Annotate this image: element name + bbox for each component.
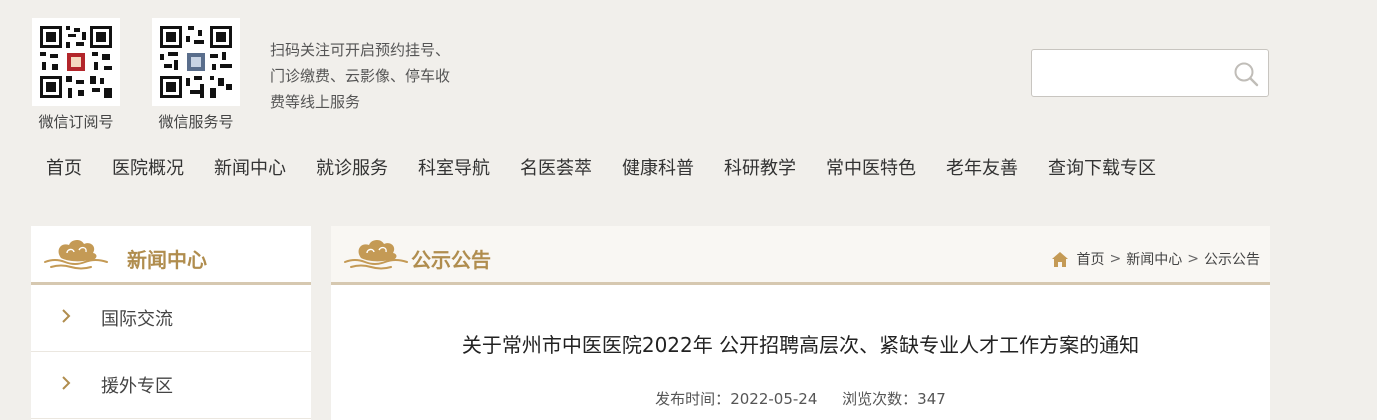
breadcrumb-announcements[interactable]: 公示公告 (1204, 249, 1260, 269)
breadcrumb: 首页 > 新闻中心 > 公示公告 (1051, 249, 1260, 269)
nav-item-elderly-friendly[interactable]: 老年友善 (931, 153, 1033, 185)
sidebar-item-international-exchange[interactable]: 国际交流 (31, 285, 311, 352)
chevron-right-icon (61, 307, 71, 325)
sidebar-item-label: 国际交流 (101, 309, 173, 330)
qr-description-line: 费等线上服务 (270, 93, 361, 111)
cloud-ornament-icon (41, 236, 111, 276)
nav-item-tcm-features[interactable]: 常中医特色 (811, 153, 931, 185)
nav-item-departments[interactable]: 科室导航 (403, 153, 505, 185)
views-info: 浏览次数：347 (842, 390, 946, 408)
breadcrumb-home[interactable]: 首页 (1077, 249, 1105, 269)
search-input[interactable] (1042, 50, 1236, 96)
sidebar: 新闻中心 国际交流 援外专区 (31, 226, 311, 420)
qr-description: 扫码关注可开启预约挂号、 门诊缴费、云影像、停车收 费等线上服务 (270, 37, 500, 115)
qr-caption: 微信订阅号 (38, 113, 114, 131)
search-icon[interactable] (1232, 60, 1260, 88)
breadcrumb-separator: > (1109, 251, 1122, 267)
nav-item-health-science[interactable]: 健康科普 (607, 153, 709, 185)
nav-item-doctors[interactable]: 名医荟萃 (505, 153, 607, 185)
qr-code-service (152, 18, 240, 106)
nav-item-home[interactable]: 首页 (31, 153, 97, 185)
nav-item-download-zone[interactable]: 查询下载专区 (1033, 153, 1171, 185)
publish-info: 发布时间：2022-05-24 (655, 390, 817, 408)
content-header: 公示公告 首页 > 新闻中心 > 公示公告 (331, 226, 1270, 285)
nav-item-research-teaching[interactable]: 科研教学 (709, 153, 811, 185)
qr-service: 微信服务号 (146, 18, 246, 132)
article-meta: 发布时间：2022-05-24 浏览次数：347 (331, 388, 1270, 409)
search-box (1031, 49, 1269, 97)
breadcrumb-news-center[interactable]: 新闻中心 (1126, 249, 1182, 269)
publish-date: 2022-05-24 (730, 390, 818, 408)
article-title: 关于常州市中医医院2022年 公开招聘高层次、紧缺专业人才工作方案的通知 (461, 333, 1140, 357)
qr-caption: 微信服务号 (158, 113, 234, 131)
nav-item-hospital-overview[interactable]: 医院概况 (97, 153, 199, 185)
qr-description-line: 扫码关注可开启预约挂号、 (270, 41, 451, 59)
qr-code-subscription (32, 18, 120, 106)
publish-label: 发布时间： (655, 390, 731, 408)
cloud-ornament-icon (341, 236, 411, 276)
sidebar-title: 新闻中心 (127, 248, 207, 272)
home-icon (1051, 251, 1069, 268)
nav-item-medical-services[interactable]: 就诊服务 (301, 153, 403, 185)
chevron-right-icon (61, 374, 71, 392)
views-label: 浏览次数： (842, 390, 918, 408)
qr-description-line: 门诊缴费、云影像、停车收 (270, 67, 451, 85)
nav-item-news-center[interactable]: 新闻中心 (199, 153, 301, 185)
qr-subscription: 微信订阅号 (26, 18, 126, 132)
views-count: 347 (917, 390, 946, 408)
main-nav: 首页 医院概况 新闻中心 就诊服务 科室导航 名医荟萃 健康科普 科研教学 常中… (31, 153, 1171, 185)
breadcrumb-separator: > (1187, 251, 1199, 267)
sidebar-item-foreign-aid[interactable]: 援外专区 (31, 352, 311, 419)
sidebar-header: 新闻中心 (31, 226, 311, 285)
sidebar-item-label: 援外专区 (101, 376, 173, 397)
main-content: 公示公告 首页 > 新闻中心 > 公示公告 关于常州市中医医院2022年 公开招… (331, 226, 1270, 420)
content-title: 公示公告 (411, 248, 491, 272)
